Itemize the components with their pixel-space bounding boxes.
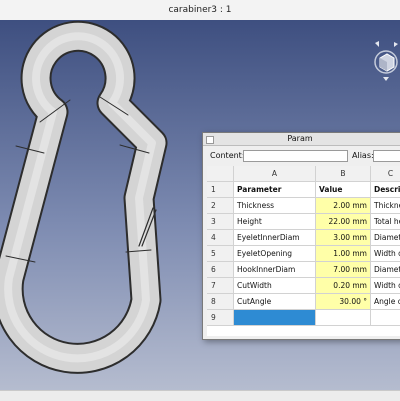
row-header[interactable]: 1 [207,182,234,198]
row-header[interactable]: 2 [207,198,234,214]
cell-b9[interactable] [316,310,371,326]
cell-a9-selected[interactable] [234,310,316,326]
cell-c1[interactable]: Descri [371,182,400,198]
alias-input[interactable] [373,150,400,162]
cell-b8[interactable]: 30.00 ° [316,294,371,310]
row-header[interactable]: 9 [207,310,234,326]
cell-c8[interactable]: Angle of [371,294,400,310]
cell-c4[interactable]: Diamete [371,230,400,246]
row-header[interactable]: 7 [207,278,234,294]
row-header[interactable]: 4 [207,230,234,246]
status-bar [0,390,400,401]
param-window-title: Param [287,134,313,143]
cell-c3[interactable]: Total hei [371,214,400,230]
cell-a4[interactable]: EyeletInnerDiam [234,230,316,246]
row-header[interactable]: 8 [207,294,234,310]
navigation-cube-icon[interactable] [372,38,398,84]
cell-c6[interactable]: Diamete [371,262,400,278]
param-spreadsheet-window[interactable]: Param Content: Alias: A B C 1 Parameter … [202,132,400,340]
cell-a8[interactable]: CutAngle [234,294,316,310]
cell-b3[interactable]: 22.00 mm [316,214,371,230]
cell-a7[interactable]: CutWidth [234,278,316,294]
cell-a2[interactable]: Thickness [234,198,316,214]
cell-b5[interactable]: 1.00 mm [316,246,371,262]
content-input[interactable] [243,150,348,162]
cell-b2[interactable]: 2.00 mm [316,198,371,214]
window-title: carabiner3 : 1 [0,0,400,21]
cell-c9[interactable] [371,310,400,326]
column-header-c[interactable]: C [371,166,400,182]
cell-b4[interactable]: 3.00 mm [316,230,371,246]
cell-b7[interactable]: 0.20 mm [316,278,371,294]
cell-c7[interactable]: Width of [371,278,400,294]
cell-b6[interactable]: 7.00 mm [316,262,371,278]
cell-c2[interactable]: Thicknes [371,198,400,214]
content-label: Content: [210,151,245,160]
column-header-a[interactable]: A [234,166,316,182]
corner-header[interactable] [207,166,234,182]
spreadsheet-grid[interactable]: A B C 1 Parameter Value Descri 2 Thickne… [207,166,400,336]
cell-a3[interactable]: Height [234,214,316,230]
row-header[interactable]: 5 [207,246,234,262]
param-title-bar[interactable]: Param [203,133,400,146]
column-header-b[interactable]: B [316,166,371,182]
row-header[interactable]: 3 [207,214,234,230]
cell-a1[interactable]: Parameter [234,182,316,198]
cell-a5[interactable]: EyeletOpening [234,246,316,262]
alias-label: Alias: [352,151,374,160]
cell-c5[interactable]: Width of [371,246,400,262]
cell-b1[interactable]: Value [316,182,371,198]
cell-a6[interactable]: HookInnerDiam [234,262,316,278]
row-header[interactable]: 6 [207,262,234,278]
